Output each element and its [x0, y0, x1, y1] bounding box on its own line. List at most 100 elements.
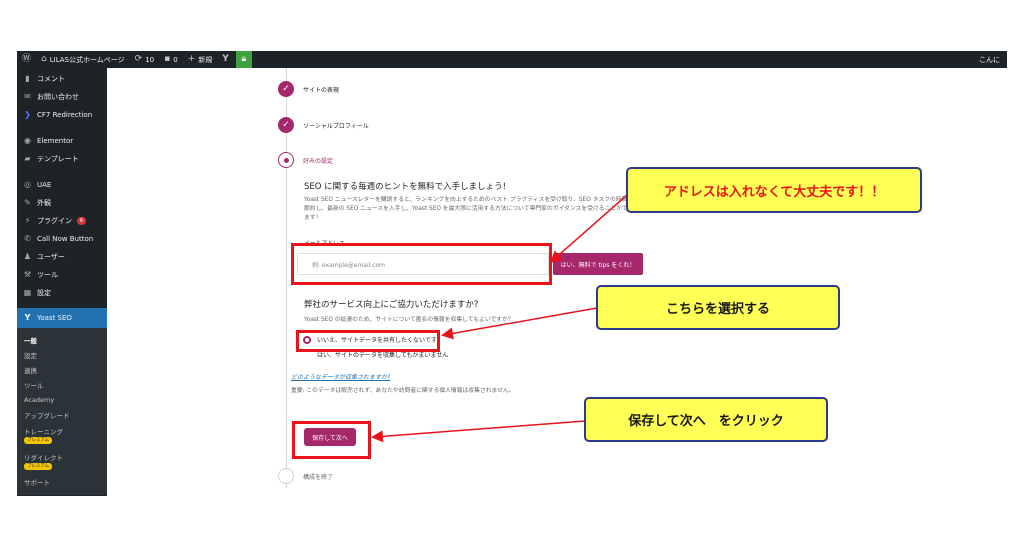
sidebar-item-appearance[interactable]: ✎ 外観 — [17, 194, 107, 212]
email-field-highlight-box — [291, 243, 552, 285]
plus-icon: + — [187, 54, 196, 64]
sidebar-item-label: UAE — [37, 181, 52, 189]
folder-icon: ▰ — [24, 154, 31, 163]
mail-icon: ✉ — [24, 92, 31, 101]
redirect-icon: ❯ — [24, 110, 31, 119]
sidebar-item-settings[interactable]: ▦ 設定 — [17, 284, 107, 302]
step-complete-indicator: ✓ — [278, 117, 294, 133]
submenu-integrations[interactable]: 連携 — [17, 362, 107, 377]
user-icon: ♟ — [23, 252, 32, 261]
sidebar-item-label: 設定 — [37, 289, 51, 297]
plugin-icon: ⚡ — [24, 216, 31, 225]
phone-icon: ✆ — [24, 234, 31, 243]
yoast-submenu: 一般 設定 連携 ツール Academy アップグレード トレーニング プレミアム… — [17, 328, 107, 495]
uae-icon: ◎ — [24, 180, 31, 189]
submenu-upgrade[interactable]: アップグレード — [17, 407, 107, 422]
sidebar-item-label: コメント — [37, 75, 65, 83]
yoast-logo-icon: Y — [222, 54, 229, 64]
submenu-tools[interactable]: ツール — [17, 377, 107, 392]
current-step-dot-icon — [283, 157, 289, 163]
check-icon: ✓ — [282, 84, 290, 94]
sidebar-item-tools[interactable]: ⚒ ツール — [17, 266, 107, 284]
wizard-content: ✓ サイトの表現 ✓ ソーシャルプロフィール 好みの設定 SEO に関する毎週の… — [107, 68, 1007, 496]
privacy-note: 重要: このデータは販売されず、あなたや訪問者に関する個人情報は収集されません。 — [291, 388, 515, 394]
sidebar-item-users[interactable]: ♟ ユーザー — [17, 248, 107, 266]
sidebar-item-label: Elementor — [37, 137, 74, 145]
updates-count: 10 — [145, 55, 155, 64]
premium-badge: プレミアム — [24, 437, 53, 444]
sidebar-item-contact[interactable]: ✉ お問い合わせ — [17, 88, 107, 106]
admin-sidebar: ▮ コメント ✉ お問い合わせ ❯ CF7 Redirection ◉ Elemento… — [17, 68, 107, 496]
submenu-training[interactable]: トレーニング プレミアム — [17, 422, 107, 448]
wordpress-logo-icon: Ⓦ — [22, 54, 32, 64]
sidebar-item-plugins[interactable]: ⚡ プラグイン 6 — [17, 212, 107, 230]
step-label-finish: 構成を終了 — [303, 474, 334, 481]
tracking-description: Yoast SEO の拡張のため、サイトについて匿名の情報を収集してもよいですか… — [304, 317, 514, 323]
sidebar-item-uae[interactable]: ◎ UAE — [17, 176, 107, 194]
comments-count: 0 — [173, 55, 178, 64]
site-name-link[interactable]: ⌂ LILAS公式ホームページ — [36, 51, 130, 68]
wordpress-logo-button[interactable]: Ⓦ — [17, 51, 36, 68]
sidebar-item-label: テンプレート — [37, 155, 79, 163]
sidebar-item-label: 外観 — [37, 199, 51, 207]
data-collection-info-link[interactable]: どのようなデータが収集されますか? — [291, 372, 390, 381]
sidebar-item-comments[interactable]: ▮ コメント — [17, 70, 107, 88]
admin-bar: Ⓦ ⌂ LILAS公式ホームページ ⟳ 10 ▪ 0 + 新規 Y 🔒︎ こんに — [17, 51, 1007, 68]
sidebar-item-elementor[interactable]: ◉ Elementor — [17, 132, 107, 150]
submenu-academy[interactable]: Academy — [17, 392, 107, 407]
step-pending-indicator — [278, 468, 294, 484]
updates-link[interactable]: ⟳ 10 — [130, 51, 159, 68]
submenu-support[interactable]: サポート — [17, 474, 107, 489]
sidebar-item-label: ユーザー — [37, 253, 65, 261]
premium-badge: プレミアム — [24, 463, 53, 470]
step-current-indicator — [278, 152, 294, 168]
wrench-icon: ⚒ — [23, 270, 32, 279]
site-name: LILAS公式ホームページ — [49, 55, 125, 64]
screenshot-frame: Ⓦ ⌂ LILAS公式ホームページ ⟳ 10 ▪ 0 + 新規 Y 🔒︎ こんに ▮ コメ… — [0, 0, 1024, 559]
sidebar-item-label: プラグイン — [37, 217, 72, 225]
step-label-social-profiles: ソーシャルプロフィール — [303, 123, 369, 130]
sidebar-item-templates[interactable]: ▰ テンプレート — [17, 150, 107, 168]
plugin-update-badge: 6 — [77, 217, 87, 225]
greeting-text: こんに — [979, 55, 1000, 64]
sidebar-item-label: CF7 Redirection — [37, 111, 93, 119]
comment-bubble-icon: ▪ — [164, 54, 171, 64]
home-icon: ⌂ — [41, 54, 47, 64]
comments-link[interactable]: ▪ 0 — [159, 51, 183, 68]
tracking-heading: 弊社のサービス向上にご協力いただけますか? — [304, 300, 479, 310]
sidebar-item-label: Call Now Button — [37, 235, 94, 243]
comment-icon: ▮ — [25, 74, 30, 83]
brush-icon: ✎ — [24, 198, 31, 207]
sidebar-item-yoast-seo[interactable]: Y Yoast SEO — [17, 308, 107, 328]
callout-click-save-and-next: 保存して次へ をクリック — [584, 397, 828, 442]
submenu-settings[interactable]: 設定 — [17, 347, 107, 362]
step-label-site-representation: サイトの表現 — [303, 87, 340, 94]
sidebar-item-label: Yoast SEO — [37, 314, 72, 322]
newsletter-heading: SEO に関する毎週のヒントを無料で入手しましょう! — [304, 182, 507, 192]
submenu-redirects[interactable]: リダイレクト プレミアム — [17, 448, 107, 474]
callout-email-not-required: アドレスは入れなくて大丈夫です！！ — [626, 167, 922, 213]
new-content-link[interactable]: + 新規 — [183, 51, 218, 68]
greeting-link[interactable]: こんに — [974, 51, 1005, 68]
sidebar-item-label: ツール — [37, 271, 58, 279]
settings-icon: ▦ — [23, 288, 32, 297]
check-icon: ✓ — [282, 120, 290, 130]
step-label-preferences: 好みの設定 — [303, 158, 334, 165]
callout-select-this-option: こちらを選択する — [596, 285, 840, 330]
elementor-icon: ◉ — [24, 136, 31, 145]
sidebar-item-call-now-button[interactable]: ✆ Call Now Button — [17, 230, 107, 248]
newsletter-description: Yoast SEO ニュースレターを購読すると、ランキングを向上するためのベスト… — [304, 197, 634, 221]
submenu-general[interactable]: 一般 — [17, 332, 107, 347]
newsletter-subscribe-button[interactable]: はい、無料で tips をくれ！ — [553, 253, 643, 275]
lock-icon: 🔒︎ — [241, 54, 247, 64]
save-button-highlight-box — [292, 421, 371, 459]
sidebar-item-label: お問い合わせ — [37, 93, 79, 101]
sidebar-item-cf7-redirection[interactable]: ❯ CF7 Redirection — [17, 106, 107, 124]
yoast-adminbar-button[interactable]: Y — [217, 51, 234, 68]
new-label: 新規 — [198, 55, 213, 64]
step-complete-indicator: ✓ — [278, 81, 294, 97]
ssl-lock-button[interactable]: 🔒︎ — [235, 51, 252, 68]
option-no-highlight-box — [296, 330, 440, 352]
updates-icon: ⟳ — [134, 54, 143, 64]
yoast-icon: Y — [24, 313, 31, 322]
